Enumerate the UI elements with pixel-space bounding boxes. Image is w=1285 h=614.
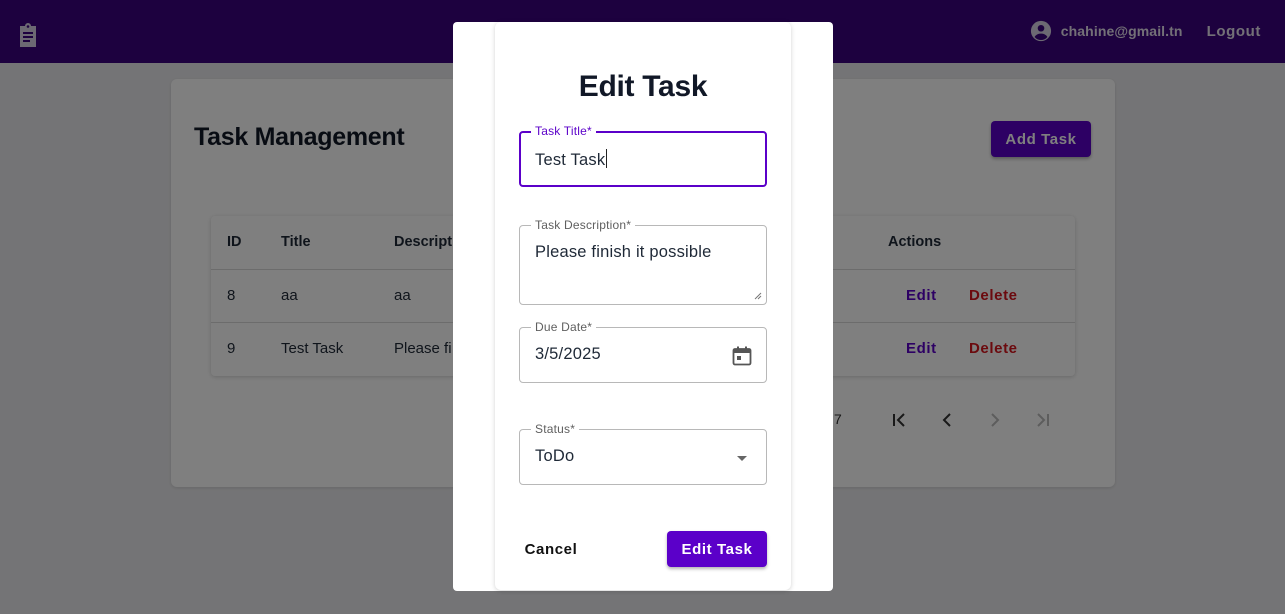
cancel-button[interactable]: Cancel	[519, 531, 583, 567]
task-description-input[interactable]: Please finish it possible	[535, 243, 712, 262]
task-title-field[interactable]: Task Title* Test Task	[519, 124, 767, 187]
arrow-drop-down-icon[interactable]	[730, 446, 754, 470]
due-date-field[interactable]: Due Date* 3/5/2025	[519, 320, 767, 383]
dialog-content: Edit Task Task Title* Test Task Task Des…	[495, 22, 791, 590]
due-date-label: Due Date*	[531, 320, 597, 334]
status-field[interactable]: Status* ToDo	[519, 422, 767, 485]
task-title-label: Task Title*	[531, 124, 596, 138]
calendar-icon[interactable]	[730, 344, 754, 368]
task-title-input[interactable]: Test Task	[535, 149, 608, 170]
task-description-field[interactable]: Task Description* Please finish it possi…	[519, 218, 767, 305]
due-date-input[interactable]: 3/5/2025	[535, 345, 601, 364]
task-description-label: Task Description*	[531, 218, 636, 232]
edit-task-submit-button[interactable]: Edit Task	[667, 531, 767, 567]
edit-task-dialog: Edit Task Task Title* Test Task Task Des…	[453, 22, 833, 591]
task-title-value: Test Task	[535, 151, 606, 169]
dialog-title: Edit Task	[578, 70, 708, 103]
resize-handle-icon[interactable]	[754, 292, 762, 300]
text-caret	[606, 149, 608, 168]
status-select-value[interactable]: ToDo	[535, 447, 574, 466]
status-label: Status*	[531, 422, 580, 436]
